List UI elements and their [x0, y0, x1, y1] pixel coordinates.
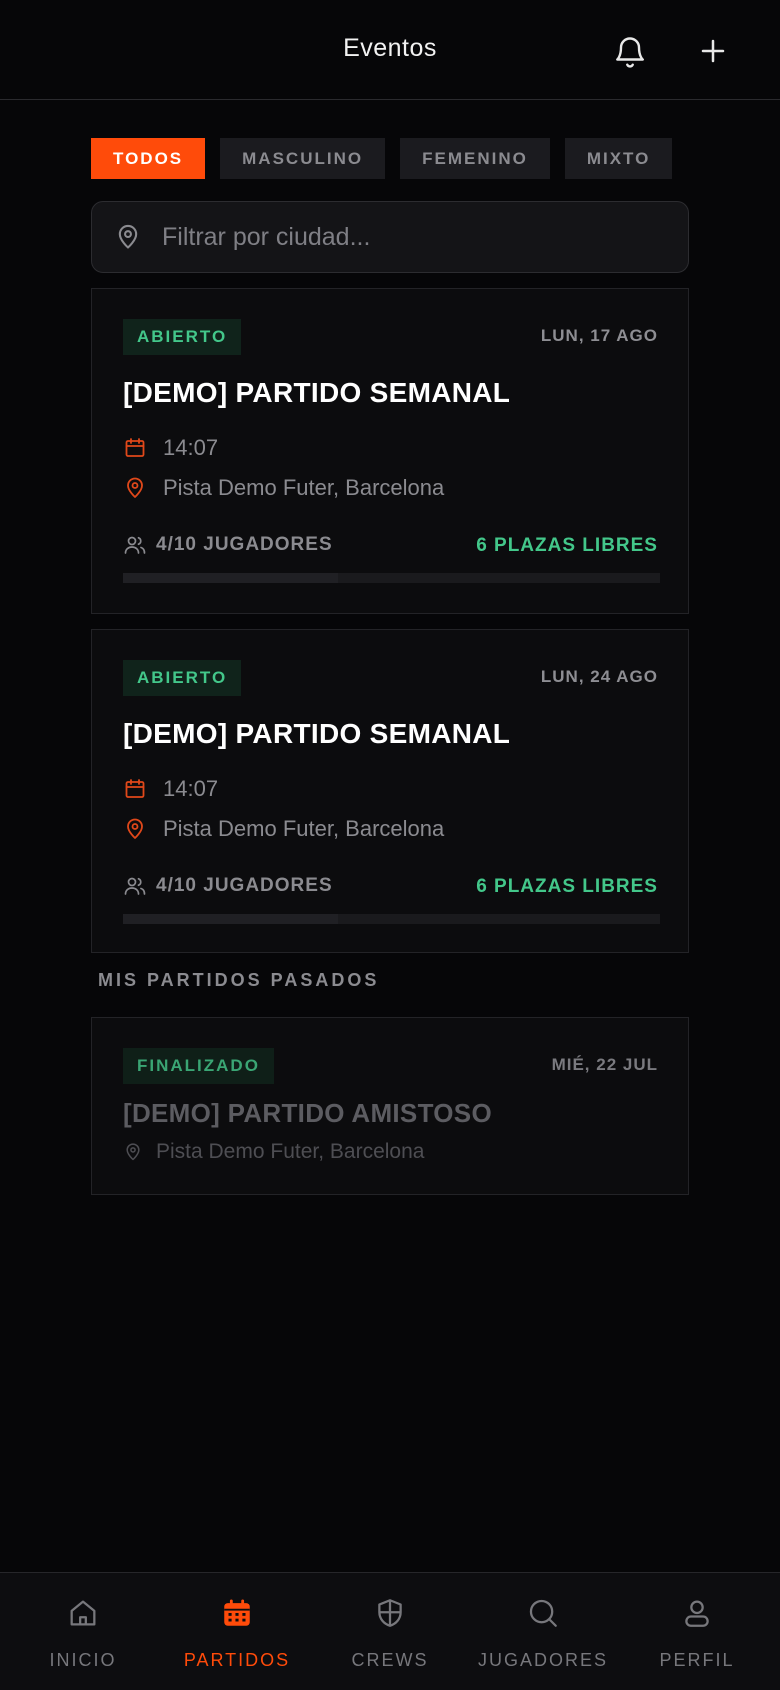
event-card[interactable]: ABIERTO LUN, 17 AGO [DEMO] PARTIDO SEMAN…: [91, 288, 689, 614]
map-pin-icon: [118, 224, 138, 249]
players-count: 4/10 JUGADORES: [156, 875, 333, 896]
map-pin-icon: [127, 477, 143, 498]
players-progress-bar: [123, 573, 660, 583]
status-badge: FINALIZADO: [123, 1048, 274, 1084]
users-icon: [124, 877, 146, 895]
event-time: 14:07: [163, 776, 219, 801]
page-title: Eventos: [343, 34, 437, 62]
free-spots: 6 PLAZAS LIBRES: [476, 876, 658, 897]
search-icon: [529, 1599, 557, 1627]
free-spots: 6 PLAZAS LIBRES: [476, 535, 658, 556]
filter-masculino[interactable]: MASCULINO: [220, 138, 386, 179]
event-date: LUN, 17 AGO: [540, 326, 658, 345]
app-header: Eventos: [0, 0, 780, 100]
user-icon: [685, 1600, 709, 1627]
map-pin-icon: [127, 818, 143, 839]
tab-label: CREWS: [351, 1650, 429, 1670]
event-title: [DEMO] PARTIDO SEMANAL: [123, 718, 511, 749]
players-progress-fill: [123, 914, 338, 924]
calendar-icon: [125, 779, 145, 798]
search-placeholder: Filtrar por ciudad...: [162, 222, 371, 251]
tab-label: PERFIL: [659, 1650, 735, 1670]
tab-jugadores[interactable]: JUGADORES: [465, 1573, 621, 1690]
event-location-row: Pista Demo Futer, Barcelona: [123, 1140, 424, 1164]
category-filter-bar: TODOS MASCULINO FEMENINO MIXTO: [91, 138, 673, 179]
players-count-row: 4/10 JUGADORES: [123, 875, 333, 897]
event-card[interactable]: ABIERTO LUN, 24 AGO [DEMO] PARTIDO SEMAN…: [91, 629, 689, 953]
event-location-row: Pista Demo Futer, Barcelona: [123, 475, 444, 501]
tab-label: JUGADORES: [477, 1650, 609, 1670]
tab-crews[interactable]: CREWS: [312, 1573, 468, 1690]
section-title-past: MIS PARTIDOS PASADOS: [98, 970, 380, 990]
event-location-row: Pista Demo Futer, Barcelona: [123, 816, 444, 842]
tab-inicio[interactable]: INICIO: [5, 1573, 161, 1690]
calendar-icon: [224, 1599, 250, 1626]
event-date: LUN, 24 AGO: [540, 667, 658, 686]
tab-label: INICIO: [49, 1650, 117, 1670]
city-search-input[interactable]: Filtrar por ciudad...: [91, 201, 689, 273]
event-time-row: 14:07: [123, 776, 218, 802]
event-time-row: 14:07: [123, 435, 218, 461]
event-time: 14:07: [163, 435, 219, 460]
bell-icon[interactable]: [612, 32, 648, 72]
players-count-row: 4/10 JUGADORES: [123, 534, 333, 556]
players-progress-bar: [123, 914, 660, 924]
event-location: Pista Demo Futer, Barcelona: [156, 1140, 425, 1163]
plus-icon[interactable]: [698, 36, 728, 66]
filter-todos[interactable]: TODOS: [91, 138, 206, 179]
event-title: [DEMO] PARTIDO SEMANAL: [123, 377, 511, 408]
filter-femenino[interactable]: FEMENINO: [400, 138, 550, 179]
event-date: MIÉ, 22 JUL: [551, 1055, 658, 1074]
players-count: 4/10 JUGADORES: [156, 534, 333, 555]
tab-perfil[interactable]: PERFIL: [619, 1573, 775, 1690]
shield-icon: [378, 1599, 402, 1627]
home-icon: [70, 1600, 96, 1626]
filter-mixto[interactable]: MIXTO: [564, 138, 673, 179]
status-badge: ABIERTO: [123, 660, 242, 696]
calendar-icon: [125, 438, 145, 457]
event-location: Pista Demo Futer, Barcelona: [163, 475, 445, 500]
event-location: Pista Demo Futer, Barcelona: [163, 816, 445, 841]
past-event-card[interactable]: FINALIZADO MIÉ, 22 JUL [DEMO] PARTIDO AM…: [91, 1017, 689, 1195]
map-pin-icon: [126, 1143, 140, 1161]
tab-label: PARTIDOS: [183, 1650, 291, 1670]
users-icon: [124, 536, 146, 554]
tab-partidos[interactable]: PARTIDOS: [159, 1573, 315, 1690]
status-badge: ABIERTO: [123, 319, 242, 355]
players-progress-fill: [123, 573, 338, 583]
bottom-tab-bar: INICIO PARTIDOS CREWS JUGADORES PERFIL: [0, 1572, 780, 1690]
event-title: [DEMO] PARTIDO AMISTOSO: [123, 1098, 492, 1128]
